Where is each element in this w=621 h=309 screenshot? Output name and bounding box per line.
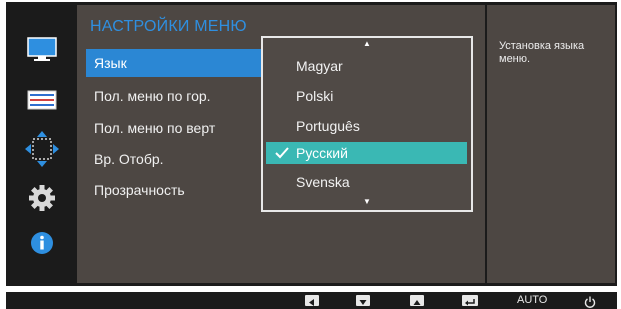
help-panel: Установка языка меню. [487,5,615,283]
menu-item-language[interactable]: Язык [86,49,262,77]
monitor-icon[interactable] [25,35,59,65]
language-option[interactable]: Svenska [266,171,467,193]
menu-item-h-position[interactable]: Пол. меню по гор. [86,82,262,110]
picture-settings-icon[interactable] [25,85,59,115]
help-text: Установка языка меню. [499,40,585,65]
language-option-selected[interactable]: Русский [266,142,467,164]
up-arrow-key-icon[interactable] [410,295,424,306]
down-arrow-key-icon[interactable] [356,295,370,306]
language-option[interactable]: Magyar [266,55,467,77]
auto-button[interactable]: AUTO [517,295,547,306]
menu-item-v-position[interactable]: Пол. меню по верт [86,114,262,142]
menu-title: НАСТРОЙКИ МЕНЮ [90,18,247,35]
language-dropdown[interactable]: ▲ Magyar Polski Português Русский Svensk… [261,36,473,212]
sidebar [10,5,76,283]
position-arrows-icon[interactable] [25,131,59,167]
checkmark-icon [275,147,289,159]
menu-item-transparency[interactable]: Прозрачность [86,176,262,204]
info-icon[interactable] [25,228,59,258]
scroll-up-icon[interactable]: ▲ [263,40,471,48]
gear-icon[interactable] [25,183,59,213]
language-option[interactable]: Português [266,115,467,137]
menu-item-display-time[interactable]: Вр. Отобр. [86,145,262,173]
language-option[interactable]: Polski [266,85,467,107]
enter-key-icon[interactable] [462,295,478,306]
scroll-down-icon[interactable]: ▼ [263,198,471,206]
language-option-label: Русский [296,145,348,161]
bottom-key-bar: AUTO [6,292,617,309]
left-arrow-key-icon[interactable] [305,295,319,306]
power-icon[interactable] [584,295,596,308]
